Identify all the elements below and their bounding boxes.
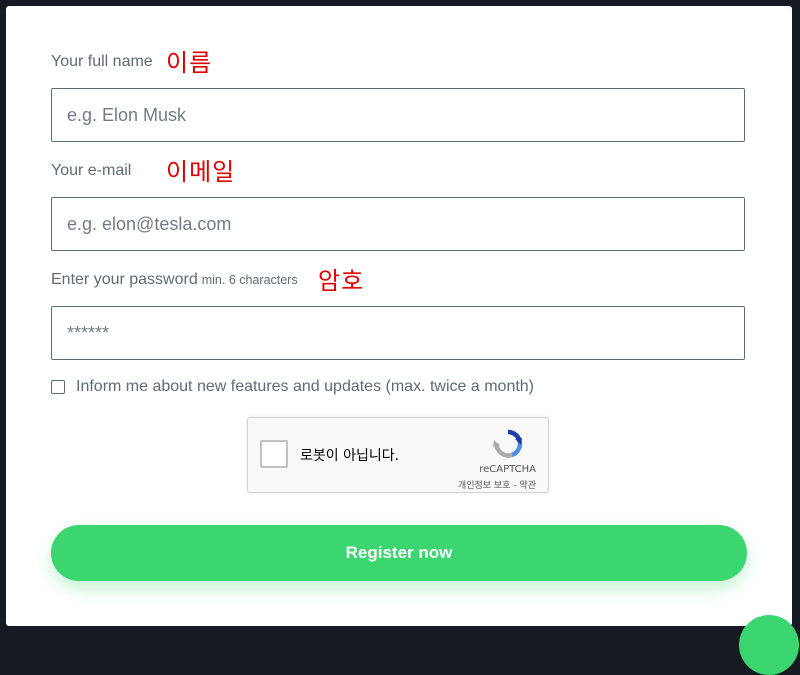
recaptcha-brand: reCAPTCHA	[479, 464, 536, 475]
email-label-row: Your e-mail	[51, 162, 131, 180]
recaptcha-links[interactable]: 개인정보 보호 - 약관	[458, 478, 536, 491]
newsletter-row: Inform me about new features and updates…	[51, 378, 534, 396]
chat-bubble-button[interactable]	[739, 615, 799, 675]
email-input[interactable]	[51, 197, 745, 251]
recaptcha-checkbox[interactable]	[260, 440, 288, 468]
password-input[interactable]	[51, 306, 745, 360]
name-label-row: Your full name	[51, 53, 153, 71]
password-label-row: Enter your password min. 6 characters	[51, 271, 298, 289]
register-button[interactable]: Register now	[51, 525, 747, 581]
email-annotation: 이메일	[166, 158, 236, 186]
recaptcha-widget: 로봇이 아닙니다. reCAPTCHA 개인정보 보호 - 약관	[247, 417, 549, 493]
newsletter-label[interactable]: Inform me about new features and updates…	[76, 378, 534, 396]
recaptcha-logo-icon	[493, 429, 523, 458]
recaptcha-text: 로봇이 아닙니다.	[300, 448, 400, 464]
password-annotation: 암호	[318, 267, 365, 295]
name-label: Your full name	[51, 53, 153, 70]
newsletter-checkbox[interactable]	[51, 380, 65, 394]
name-annotation: 이름	[166, 49, 213, 77]
full-name-input[interactable]	[51, 88, 745, 142]
password-hint: min. 6 characters	[201, 273, 298, 287]
registration-card: Your full name 이름 Your e-mail 이메일 Enter …	[6, 6, 792, 626]
email-label: Your e-mail	[51, 162, 132, 179]
password-label: Enter your password	[51, 271, 198, 288]
